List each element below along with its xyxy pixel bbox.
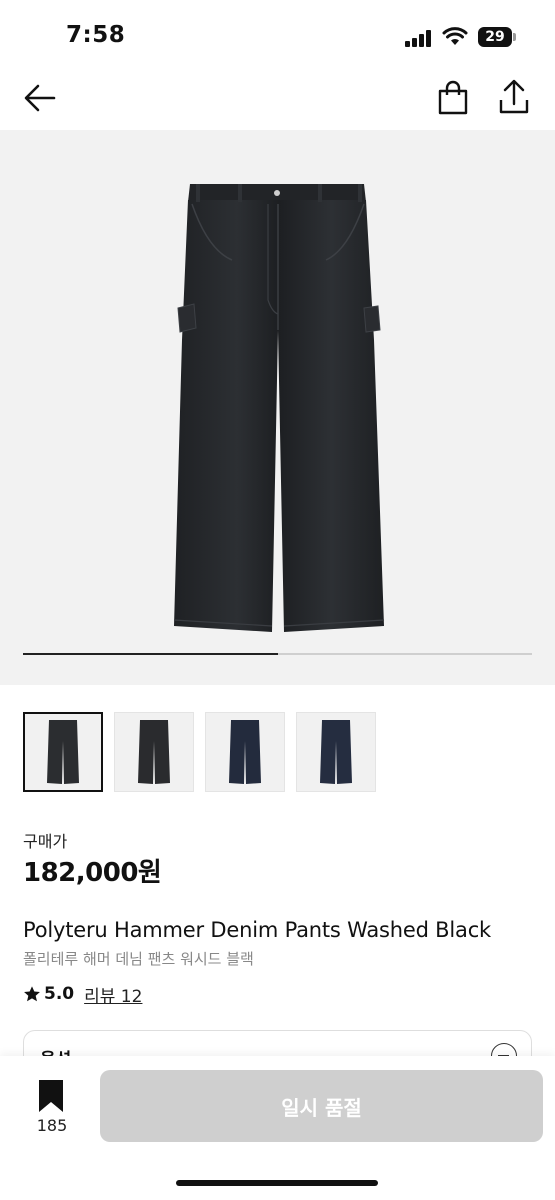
bottom-action-bar: 185 일시 품절 (0, 1056, 555, 1200)
product-image-carousel[interactable] (0, 130, 555, 685)
thumbnail-2[interactable] (114, 712, 194, 792)
product-image-pants (173, 184, 385, 632)
share-icon[interactable] (494, 76, 534, 118)
price: 182,000원 (23, 858, 162, 888)
wifi-icon (442, 27, 468, 45)
price-label: 구매가 (23, 832, 68, 851)
review-link[interactable]: 리뷰 12 (84, 982, 142, 1007)
carousel-progress-fill (23, 653, 278, 655)
home-indicator (176, 1180, 378, 1186)
thumbnail-pants-image (138, 720, 170, 784)
status-bar: 7:58 29 (0, 0, 555, 70)
thumbnail-pants-image (320, 720, 352, 784)
thumbnail-pants-image (229, 720, 261, 784)
status-time: 7:58 (66, 22, 126, 48)
product-title: Polyteru Hammer Denim Pants Washed Black (23, 918, 491, 942)
thumbnail-pants-image (47, 720, 79, 784)
bookmark-count: 185 (36, 1116, 68, 1135)
sold-out-button[interactable]: 일시 품절 (100, 1070, 543, 1142)
star-icon (24, 986, 40, 1002)
shopping-bag-icon[interactable] (434, 78, 472, 118)
nav-bar (0, 70, 555, 128)
thumbnail-1[interactable] (23, 712, 103, 792)
rating-row: 5.0 리뷰 12 (23, 982, 142, 1007)
product-subtitle: 폴리테루 해머 데님 팬츠 워시드 블랙 (23, 950, 254, 968)
carousel-progress (23, 653, 532, 655)
thumbnail-4[interactable] (296, 712, 376, 792)
signal-icon (405, 29, 435, 47)
back-arrow-icon[interactable] (18, 78, 62, 118)
battery-level: 29 (485, 29, 505, 45)
thumbnail-3[interactable] (205, 712, 285, 792)
battery-icon: 29 (478, 27, 516, 47)
rating-value: 5.0 (44, 984, 75, 1004)
thumbnail-strip (23, 712, 543, 792)
bookmark-button[interactable]: 185 (24, 1078, 80, 1138)
bookmark-icon (39, 1080, 63, 1112)
